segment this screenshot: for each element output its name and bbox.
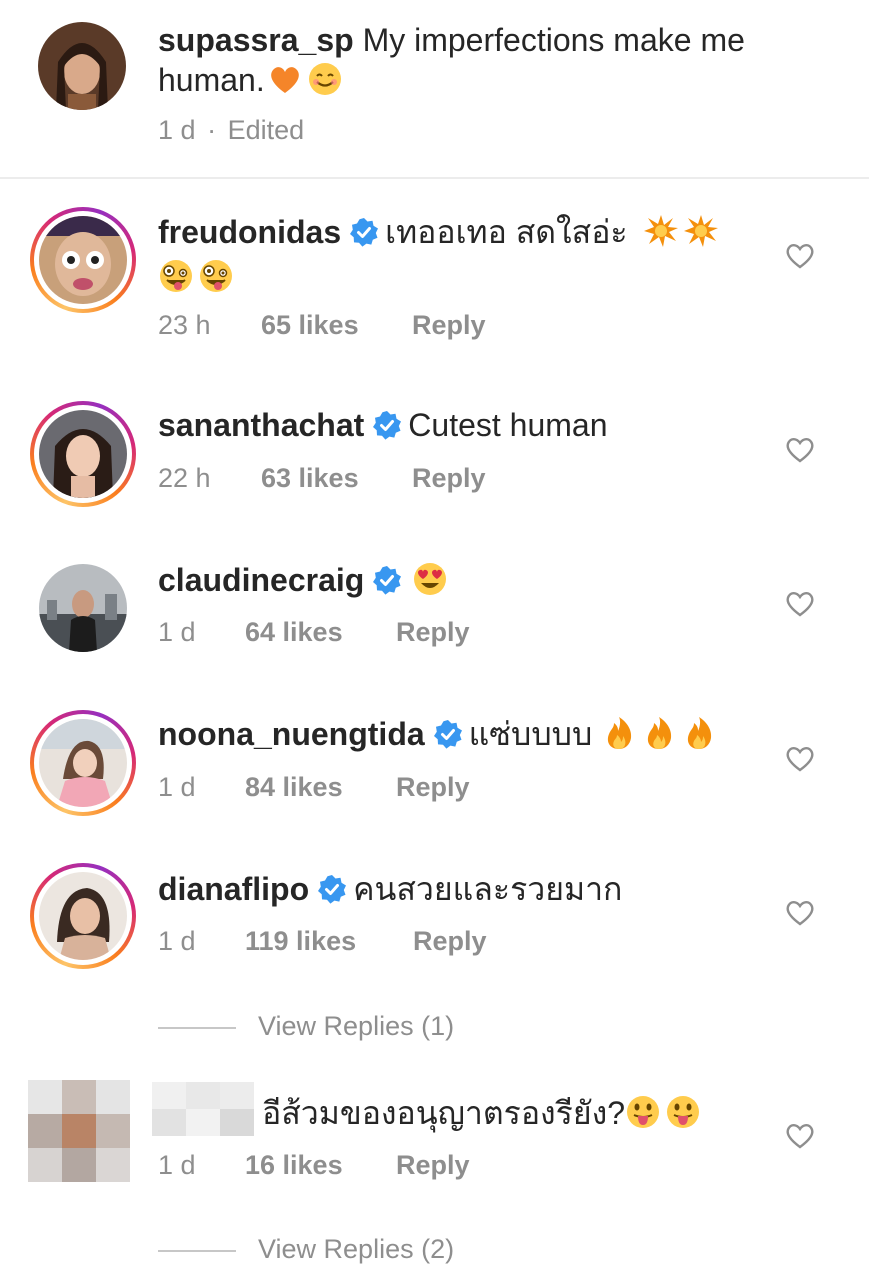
caption-text: supassra_sp My imperfections make me hum… bbox=[158, 20, 838, 100]
heart-eyes-emoji bbox=[414, 563, 447, 595]
like-heart-icon[interactable] bbox=[784, 434, 816, 464]
post-caption: supassra_sp My imperfections make me hum… bbox=[0, 0, 869, 178]
comment-body: อีส้วมของอนุญาตรองรียัง? bbox=[262, 1095, 626, 1131]
verified-badge-icon bbox=[350, 218, 379, 247]
comment-claudinecraig: claudinecraig bbox=[158, 560, 758, 600]
comment-meta: 1 d 64 likes Reply bbox=[158, 615, 470, 649]
caption-username[interactable]: supassra_sp bbox=[158, 22, 354, 58]
tongue-out-emoji bbox=[627, 1096, 660, 1128]
caption-separator: · bbox=[207, 115, 217, 145]
replies-divider-line bbox=[158, 1026, 236, 1029]
comment-time: 1 d bbox=[158, 617, 196, 647]
verified-badge-icon bbox=[373, 411, 402, 440]
verified-badge-icon bbox=[373, 566, 402, 595]
smiling-face-emoji bbox=[308, 63, 341, 95]
blurred-username[interactable] bbox=[152, 1082, 254, 1136]
comment-blurred-user: อีส้วมของอนุญาตรองรียัง? bbox=[262, 1093, 782, 1133]
verified-badge-icon bbox=[433, 720, 462, 749]
comment-username[interactable]: freudonidas bbox=[158, 214, 341, 250]
reply-button[interactable]: Reply bbox=[396, 1148, 470, 1182]
comment-noona_nuengtida: noona_nuengtida แซ่บบบบ bbox=[158, 714, 778, 754]
comment-username[interactable]: sananthachat bbox=[158, 407, 364, 443]
view-replies-button[interactable]: View Replies (1) bbox=[158, 1009, 454, 1043]
comment-username[interactable]: dianaflipo bbox=[158, 871, 309, 907]
comment-body: แซ่บบบบ bbox=[468, 716, 593, 752]
caption-meta: 1 d · Edited bbox=[158, 113, 304, 147]
comment-sananthachat: sananthachat Cutest human bbox=[158, 405, 778, 445]
likes-count[interactable]: 119 likes bbox=[245, 924, 413, 958]
caption-body-line1: My imperfections make me bbox=[362, 22, 745, 58]
explosion-emoji bbox=[683, 215, 718, 247]
comment-meta: 23 h 65 likes Reply bbox=[158, 308, 486, 342]
like-heart-icon[interactable] bbox=[784, 743, 816, 773]
verified-badge-icon bbox=[318, 875, 347, 904]
like-heart-icon[interactable] bbox=[784, 897, 816, 927]
fire-emoji bbox=[608, 717, 632, 749]
caption-edited: Edited bbox=[227, 115, 305, 145]
comment-freudonidas: freudonidas เทออเทอ สดใสอ่ะ bbox=[158, 212, 758, 297]
comment-body: คนสวยและรวยมาก bbox=[353, 871, 623, 907]
reply-button[interactable]: Reply bbox=[412, 308, 486, 342]
reply-button[interactable]: Reply bbox=[396, 770, 470, 804]
reply-button[interactable]: Reply bbox=[412, 461, 486, 495]
likes-count[interactable]: 64 likes bbox=[245, 615, 396, 649]
caption-time: 1 d bbox=[158, 115, 196, 145]
caption-body-line2: human. bbox=[158, 62, 265, 98]
avatar-dianaflipo[interactable] bbox=[30, 863, 136, 969]
comment-dianaflipo: dianaflipo คนสวยและรวยมาก bbox=[158, 869, 778, 909]
likes-count[interactable]: 16 likes bbox=[245, 1148, 396, 1182]
tongue-out-emoji bbox=[667, 1096, 700, 1128]
comment-body: เทออเทอ สดใสอ่ะ bbox=[385, 214, 628, 250]
comment-meta: 1 d 16 likes Reply bbox=[158, 1148, 470, 1182]
view-replies-label: View Replies (1) bbox=[258, 1011, 455, 1041]
orange-heart-emoji bbox=[270, 67, 299, 93]
comment-time: 1 d bbox=[158, 772, 196, 802]
divider bbox=[0, 177, 869, 179]
likes-count[interactable]: 65 likes bbox=[261, 308, 412, 342]
zany-face-emoji bbox=[200, 260, 232, 292]
avatar-noona_nuengtida[interactable] bbox=[30, 710, 136, 816]
comment-time: 1 d bbox=[158, 1150, 196, 1180]
view-replies-label: View Replies (2) bbox=[258, 1234, 455, 1264]
comment-username[interactable]: claudinecraig bbox=[158, 562, 364, 598]
likes-count[interactable]: 84 likes bbox=[245, 770, 396, 804]
like-heart-icon[interactable] bbox=[784, 240, 816, 270]
reply-button[interactable]: Reply bbox=[396, 615, 470, 649]
comment-meta: 22 h 63 likes Reply bbox=[158, 461, 486, 495]
avatar-freudonidas[interactable] bbox=[30, 207, 136, 313]
comment-body: Cutest human bbox=[408, 407, 608, 443]
comment-meta: 1 d 84 likes Reply bbox=[158, 770, 470, 804]
comment-username[interactable]: noona_nuengtida bbox=[158, 716, 425, 752]
likes-count[interactable]: 63 likes bbox=[261, 461, 412, 495]
view-replies-button[interactable]: View Replies (2) bbox=[158, 1232, 454, 1266]
avatar-claudinecraig[interactable] bbox=[39, 564, 127, 652]
zany-face-emoji bbox=[160, 260, 192, 292]
comment-time: 23 h bbox=[158, 310, 211, 340]
explosion-emoji bbox=[643, 215, 678, 247]
comment-time: 1 d bbox=[158, 926, 196, 956]
fire-emoji bbox=[688, 717, 712, 749]
comment-time: 22 h bbox=[158, 463, 211, 493]
avatar-supassra_sp[interactable] bbox=[38, 22, 126, 110]
avatar-sananthachat[interactable] bbox=[30, 401, 136, 507]
reply-button[interactable]: Reply bbox=[413, 924, 487, 958]
like-heart-icon[interactable] bbox=[784, 588, 816, 618]
fire-emoji bbox=[648, 717, 672, 749]
comment-meta: 1 d 119 likes Reply bbox=[158, 924, 487, 958]
blurred-avatar[interactable] bbox=[28, 1080, 130, 1182]
replies-divider-line bbox=[158, 1249, 236, 1252]
like-heart-icon[interactable] bbox=[784, 1120, 816, 1150]
